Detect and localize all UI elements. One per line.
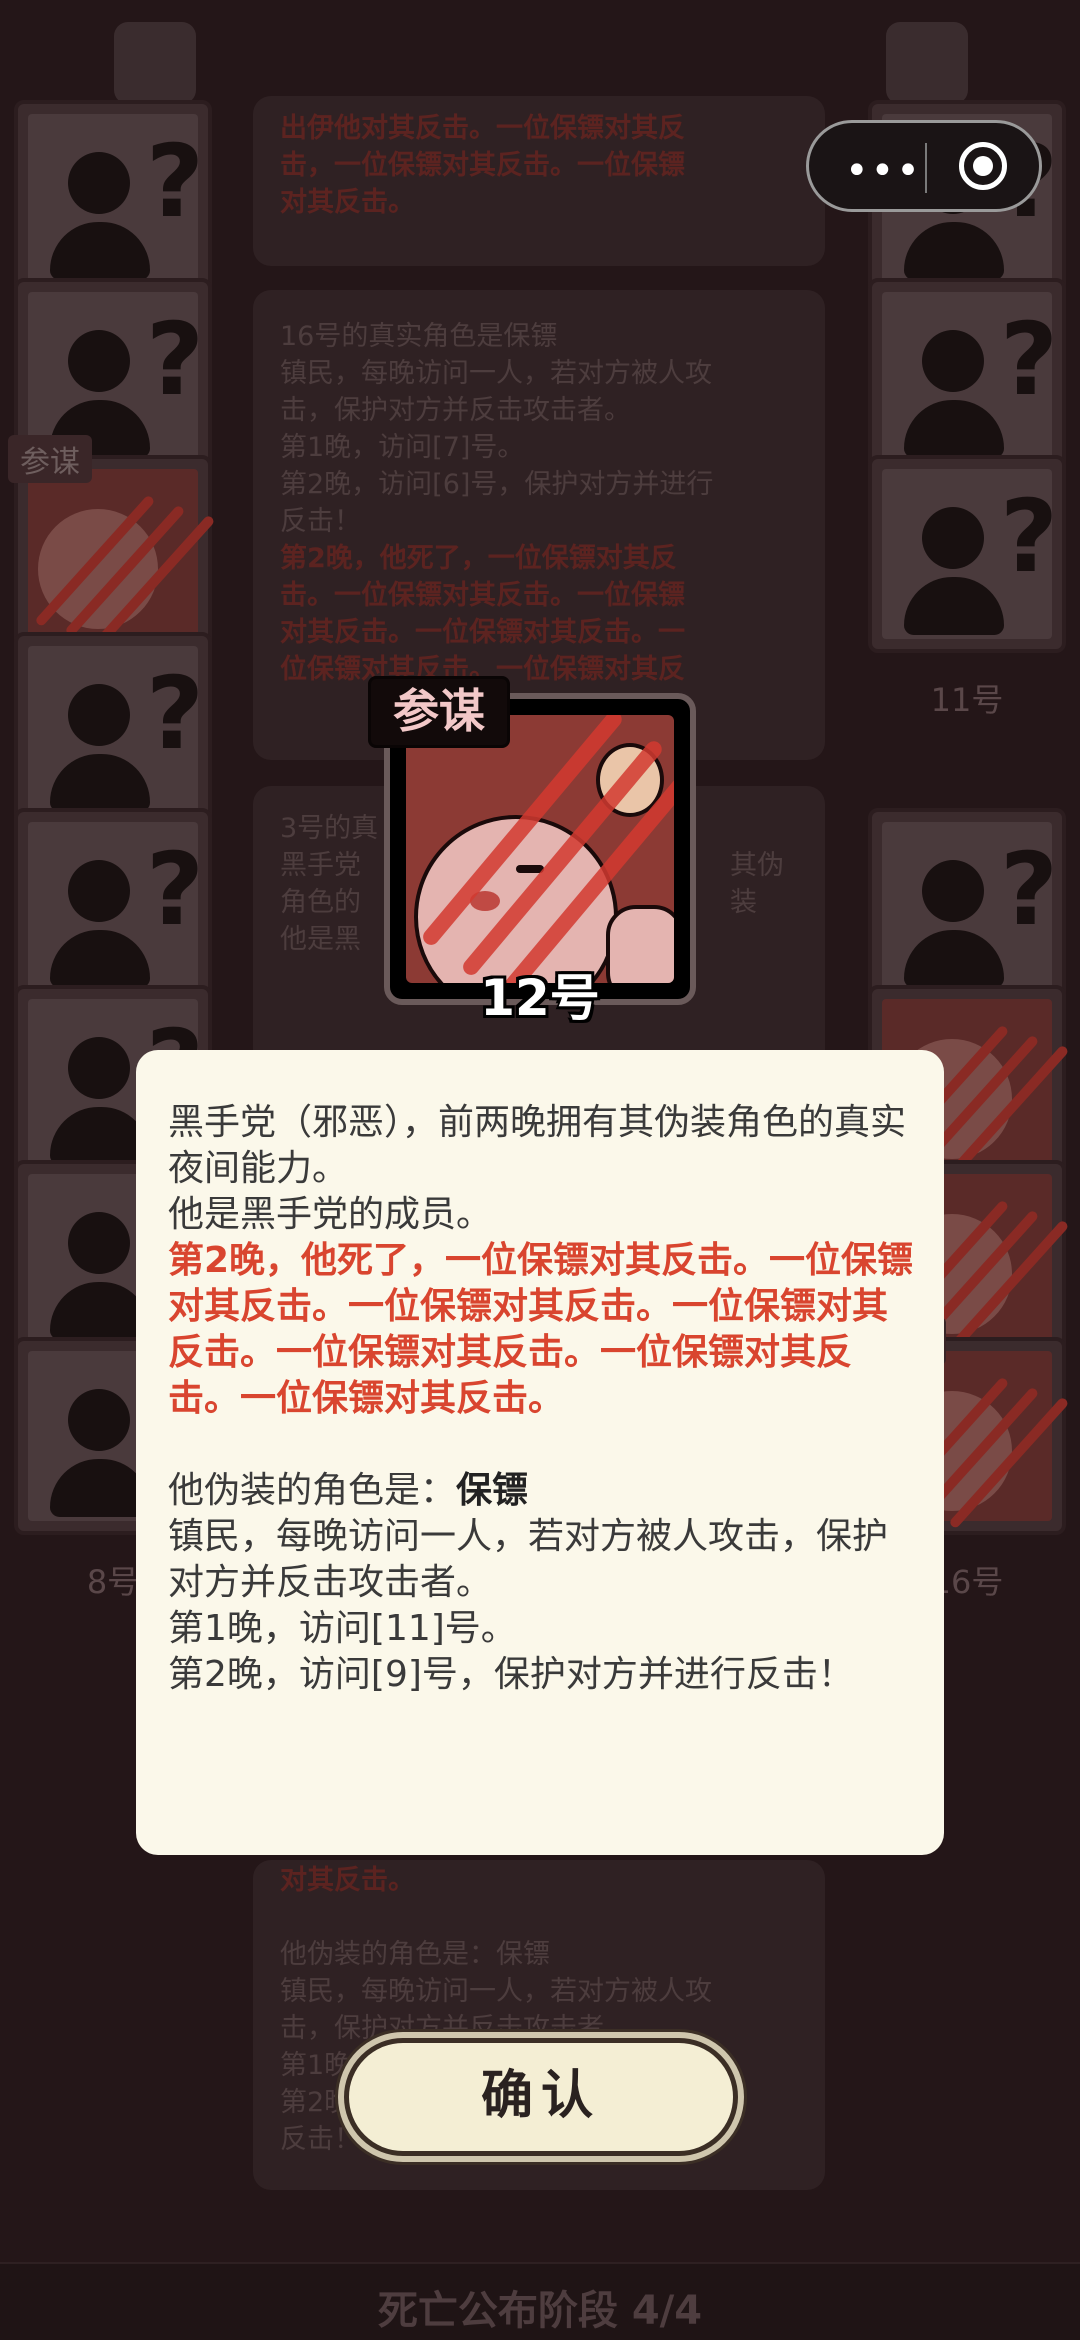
question-mark-icon: ? [146,123,205,240]
person-head-shape [68,330,130,392]
night-1-action: 第1晚，访问[11]号。 [168,1608,517,1649]
faction-member-text: 他是黑手党的成员。 [168,1194,493,1235]
person-head-shape [68,1389,130,1451]
person-body-shape [904,400,1004,458]
log-card-text: 其伪装 [730,850,784,918]
close-target-icon[interactable] [959,142,1007,190]
log-card-text: 出伊他对其反击。一位保镖对其反 击，一位保镖对其反击。一位保镖 对其反击。 [280,113,685,218]
question-mark-icon: ? [1000,831,1059,948]
capsule-divider [925,143,927,193]
unknown-player-icon: ? [882,292,1058,462]
confirm-button[interactable]: 确认 [344,2038,738,2156]
player-number-label: 12号 [480,969,600,1027]
unknown-player-icon: ? [28,646,204,816]
person-body-shape [904,930,1004,988]
person-head-shape [922,507,984,569]
disguise-description: 镇民，每晚访问一人，若对方被人攻击，保护对方并反击攻击者。 [168,1516,889,1603]
death-event-text: 第2晚，他死了，一位保镖对其反击。一位保镖对其反击。一位保镖对其反击。一位保镖对… [168,1240,914,1419]
person-head-shape [68,1212,130,1274]
map-icon[interactable] [114,22,196,104]
question-mark-icon: ? [1000,478,1059,595]
person-body-shape [50,1107,150,1165]
unknown-player-icon: ? [882,822,1058,992]
role-intro: 黑手党（邪恶），前两晚拥有其伪装角色的真实夜间能力。 [168,1102,907,1189]
question-mark-icon: ? [146,831,205,948]
person-head-shape [68,860,130,922]
person-body-shape [50,930,150,988]
seat-right-1[interactable]: ? [868,278,1066,476]
unknown-player-icon: ? [28,114,204,284]
seat-left-2[interactable] [14,455,216,653]
person-head-shape [68,152,130,214]
log-card-text: 对其反击。 [280,1865,415,1896]
more-icon[interactable]: ••• [845,151,922,191]
role-tag: 参谋 [368,676,510,748]
night-2-action: 第2晚，访问[9]号，保护对方并进行反击！ [168,1654,854,1695]
revealed-character-art [28,469,216,648]
phase-label: 死亡公布阶段 4/4 [377,2288,703,2334]
person-body-shape [50,1459,150,1517]
character-art [406,715,674,983]
log-card-text: 16号的真实角色是保镖 镇民，每晚访问一人，若对方被人攻 击，保护对方并反击攻击… [280,321,714,685]
phase-footer: 死亡公布阶段 4/4 [0,2262,1080,2340]
person-head-shape [922,330,984,392]
seat-role-tag: 参谋 [8,435,92,483]
seat-right-3[interactable]: ? [868,808,1066,1006]
person-body-shape [904,222,1004,280]
disguise-label: 他伪装的角色是： [168,1470,457,1511]
seat-left-3[interactable]: ? [14,632,212,830]
notes-icon[interactable] [886,22,968,104]
person-head-shape [922,860,984,922]
question-mark-icon: ? [1000,301,1059,418]
unknown-player-icon: ? [882,469,1058,639]
person-body-shape [50,754,150,812]
person-head-shape [68,684,130,746]
seat-left-0[interactable]: ? [14,100,212,298]
person-body-shape [904,577,1004,635]
disguise-role: 保镖 [456,1470,529,1511]
seat-left-4[interactable]: ? [14,808,212,1006]
question-mark-icon: ? [146,655,205,772]
person-body-shape [50,1282,150,1340]
question-mark-icon: ? [146,301,205,418]
disguise-line: 他伪装的角色是：保镖 [168,1468,914,1514]
person-head-shape [68,1037,130,1099]
person-body-shape [50,222,150,280]
miniprogram-capsule: ••• [806,120,1042,212]
role-detail-dialog: 黑手党（邪恶），前两晚拥有其伪装角色的真实夜间能力。 他是黑手党的成员。 第2晚… [136,1050,944,1855]
seat-right-2[interactable]: ? [868,455,1066,653]
unknown-player-icon: ? [28,822,204,992]
seat-number-label: 11号 [930,681,1004,719]
